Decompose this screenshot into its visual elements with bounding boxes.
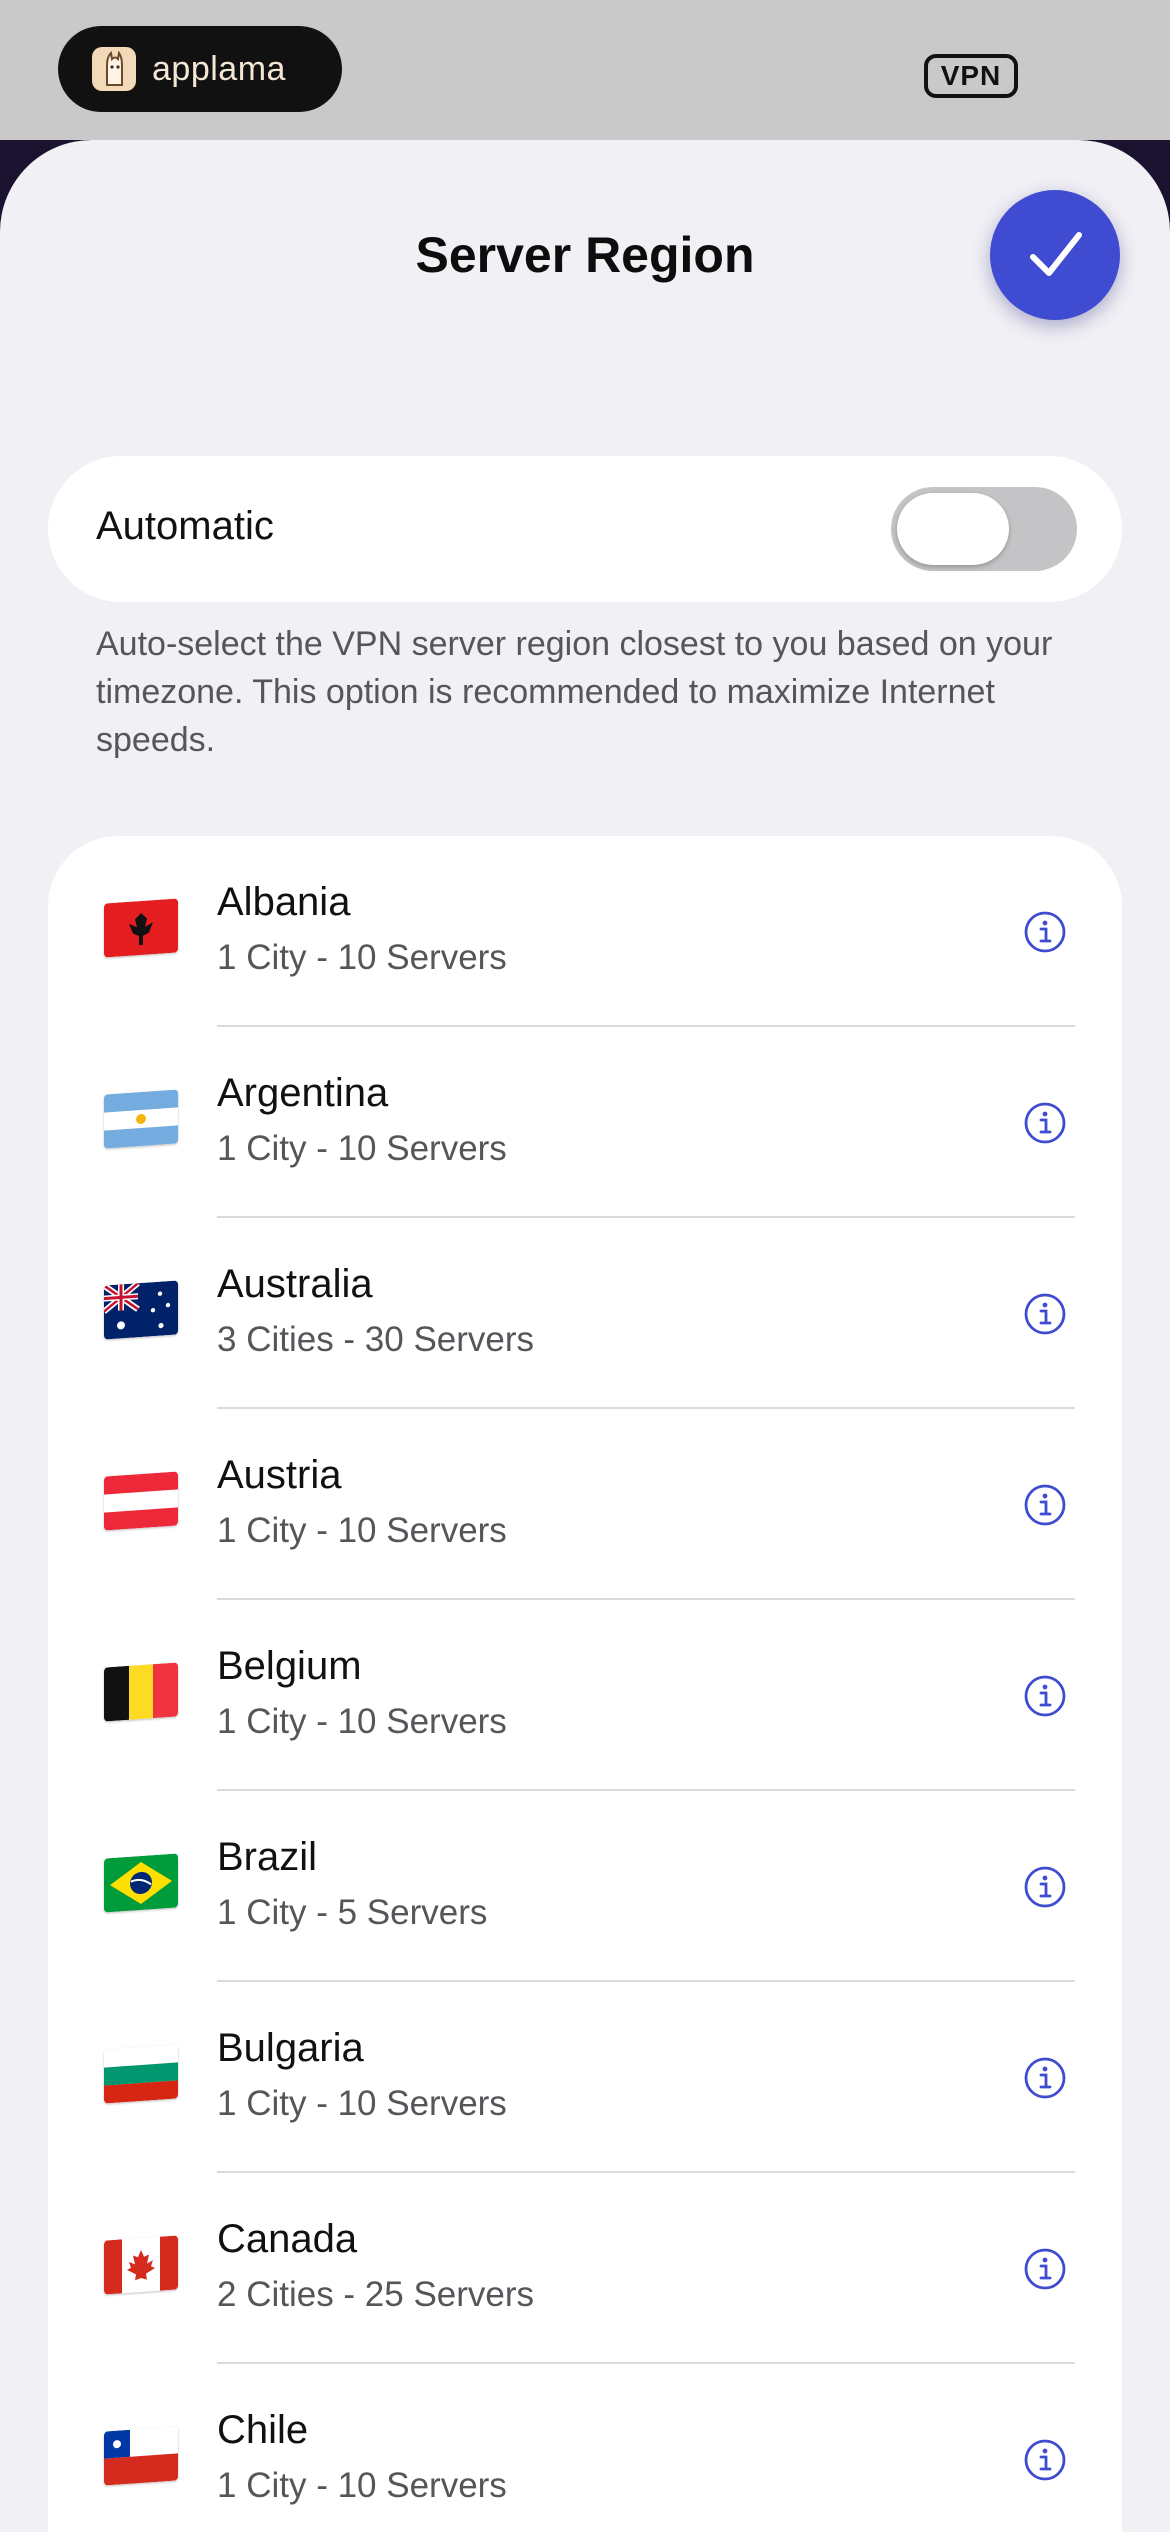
brazil-flag-icon	[104, 1853, 178, 1913]
llama-logo-icon	[92, 47, 136, 91]
region-list: Albania 1 City - 10 Servers Argentina 1 Cit…	[48, 836, 1122, 2532]
info-icon[interactable]	[1023, 910, 1067, 954]
region-detail: 1 City - 10 Servers	[217, 938, 507, 977]
region-detail: 1 City - 5 Servers	[217, 1893, 488, 1932]
info-icon[interactable]	[1023, 1865, 1067, 1909]
region-row-albania[interactable]: Albania 1 City - 10 Servers	[48, 836, 1122, 1027]
region-name: Canada	[217, 2217, 358, 2261]
info-icon[interactable]	[1023, 1674, 1067, 1718]
region-detail: 1 City - 10 Servers	[217, 2084, 507, 2123]
region-detail: 1 City - 10 Servers	[217, 1129, 507, 1168]
region-row-australia[interactable]: Australia 3 Cities - 30 Servers	[48, 1218, 1122, 1409]
belgium-flag-icon	[104, 1662, 178, 1722]
info-icon[interactable]	[1023, 1483, 1067, 1527]
argentina-flag-icon	[104, 1089, 178, 1149]
region-name: Argentina	[217, 1071, 389, 1115]
app-brand-pill: applama	[58, 26, 342, 112]
done-button[interactable]	[990, 190, 1120, 320]
automatic-description: Auto-select the VPN server region closes…	[96, 625, 1053, 759]
region-name: Chile	[217, 2408, 309, 2452]
region-row-chile[interactable]: Chile 1 City - 10 Servers	[48, 2364, 1122, 2532]
info-icon[interactable]	[1023, 2438, 1067, 2482]
automatic-label: Automatic	[96, 504, 274, 548]
vpn-badge: VPN	[924, 54, 1018, 98]
region-detail: 1 City - 10 Servers	[217, 1511, 507, 1550]
bulgaria-flag-icon	[104, 2044, 178, 2104]
checkmark-icon	[1030, 232, 1082, 276]
toggle-knob	[897, 493, 1009, 565]
region-row-canada[interactable]: Canada 2 Cities - 25 Servers	[48, 2173, 1122, 2364]
austria-flag-icon	[104, 1471, 178, 1531]
info-icon[interactable]	[1023, 1101, 1067, 1145]
region-detail: 2 Cities - 25 Servers	[217, 2275, 535, 2314]
region-name: Belgium	[217, 1644, 362, 1688]
region-detail: 1 City - 10 Servers	[217, 2466, 507, 2505]
albania-flag-icon	[104, 898, 178, 958]
region-name: Brazil	[217, 1835, 318, 1879]
australia-flag-icon	[104, 1280, 178, 1340]
chile-flag-icon	[104, 2426, 178, 2486]
region-detail: 3 Cities - 30 Servers	[217, 1320, 535, 1359]
automatic-card: Automatic	[48, 456, 1122, 602]
region-row-bulgaria[interactable]: Bulgaria 1 City - 10 Servers	[48, 1982, 1122, 2173]
region-detail: 1 City - 10 Servers	[217, 1702, 507, 1741]
region-name: Austria	[217, 1453, 342, 1497]
info-icon[interactable]	[1023, 1292, 1067, 1336]
region-name: Albania	[217, 880, 351, 924]
region-name: Bulgaria	[217, 2026, 364, 2070]
region-row-austria[interactable]: Austria 1 City - 10 Servers	[48, 1409, 1122, 1600]
info-icon[interactable]	[1023, 2247, 1067, 2291]
server-region-sheet: Server Region Automatic Auto-select the …	[0, 140, 1170, 2532]
region-name: Australia	[217, 1262, 373, 1306]
region-row-brazil[interactable]: Brazil 1 City - 5 Servers	[48, 1791, 1122, 1982]
region-row-belgium[interactable]: Belgium 1 City - 10 Servers	[48, 1600, 1122, 1791]
canada-flag-icon	[104, 2235, 178, 2295]
status-bar: applama VPN	[0, 0, 1170, 140]
region-row-argentina[interactable]: Argentina 1 City - 10 Servers	[48, 1027, 1122, 1218]
automatic-toggle[interactable]	[891, 487, 1077, 571]
brand-name: applama	[152, 49, 286, 88]
info-icon[interactable]	[1023, 2056, 1067, 2100]
